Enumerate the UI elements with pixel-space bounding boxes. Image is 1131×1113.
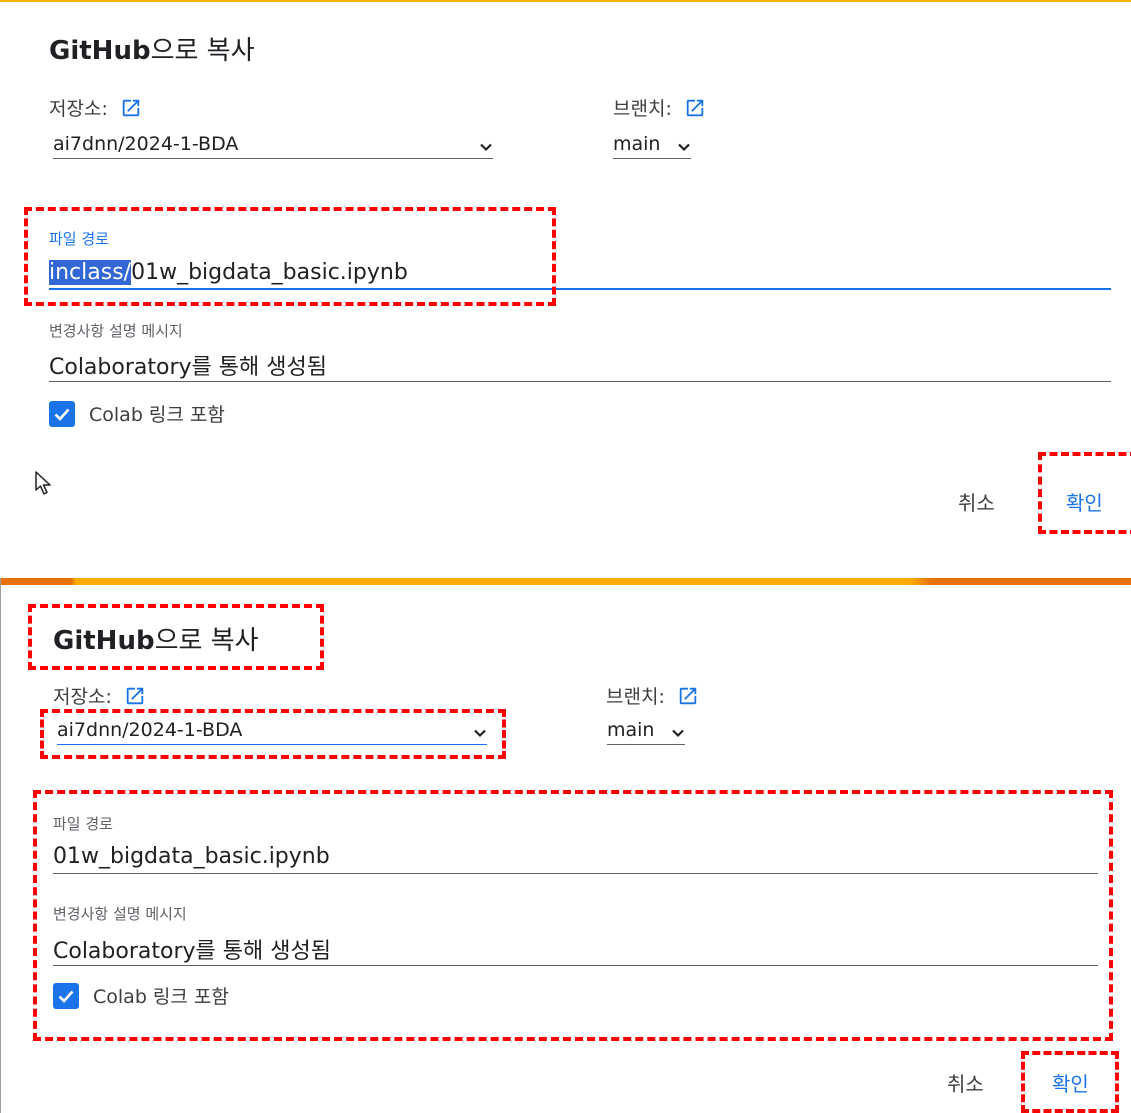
ok-button[interactable]: 확인 (1052, 1068, 1089, 1097)
include-colab-link-checkbox-row[interactable]: Colab 링크 포함 (49, 400, 225, 427)
branch-select[interactable]: main (613, 129, 691, 159)
open-in-new-icon[interactable] (684, 97, 706, 119)
copy-to-github-dialog-after: GitHub으로 복사 저장소: ai7dnn/2024-1-BDA 브랜치: … (0, 578, 1131, 1113)
ok-button[interactable]: 확인 (1066, 487, 1103, 516)
chevron-down-icon (671, 723, 685, 737)
commit-message-input[interactable]: Colaboratory를 통해 생성됨 (53, 932, 1098, 966)
repository-label-text: 저장소: (49, 98, 108, 120)
dialog-title: GitHub으로 복사 (53, 626, 259, 656)
branch-label: 브랜치: (613, 94, 706, 121)
cancel-button[interactable]: 취소 (958, 487, 995, 516)
repository-label: 저장소: (49, 94, 142, 121)
branch-label: 브랜치: (606, 682, 699, 709)
open-in-new-icon[interactable] (120, 97, 142, 119)
chevron-down-icon (473, 723, 487, 737)
top-accent-bar (1, 578, 1131, 585)
repository-label-text: 저장소: (53, 686, 112, 708)
check-icon (54, 408, 70, 421)
include-colab-link-checkbox[interactable] (53, 982, 79, 1009)
branch-select-value: main (607, 718, 655, 741)
repository-label: 저장소: (53, 682, 146, 709)
repository-select[interactable]: ai7dnn/2024-1-BDA (57, 715, 487, 745)
file-path-input[interactable]: 01w_bigdata_basic.ipynb (53, 840, 1098, 874)
separator-gap (0, 540, 1131, 578)
file-path-label: 파일 경로 (53, 815, 113, 833)
cancel-button[interactable]: 취소 (947, 1068, 984, 1097)
check-icon (58, 990, 74, 1003)
branch-select-value: main (613, 132, 661, 155)
dialog-title: GitHub으로 복사 (49, 36, 255, 66)
chevron-down-icon (479, 137, 493, 151)
commit-message-label: 변경사항 설명 메시지 (49, 322, 183, 340)
include-colab-link-label: Colab 링크 포함 (93, 986, 229, 1008)
include-colab-link-label: Colab 링크 포함 (89, 404, 225, 426)
commit-message-text: Colaboratory를 통해 생성됨 (49, 354, 327, 380)
mouse-pointer-icon (34, 470, 56, 498)
commit-message-input[interactable]: Colaboratory를 통해 생성됨 (49, 348, 1111, 382)
include-colab-link-checkbox[interactable] (49, 400, 75, 427)
copy-to-github-dialog-before: GitHub으로 복사 저장소: ai7dnn/2024-1-BDA 브랜치: … (0, 0, 1131, 540)
open-in-new-icon[interactable] (677, 685, 699, 707)
repository-select[interactable]: ai7dnn/2024-1-BDA (53, 129, 493, 159)
path-text: 01w_bigdata_basic.ipynb (53, 844, 330, 869)
include-colab-link-checkbox-row[interactable]: Colab 링크 포함 (53, 982, 229, 1009)
file-path-input[interactable]: inclass/01w_bigdata_basic.ipynb (49, 256, 1111, 290)
selected-text: inclass/ (49, 259, 132, 285)
branch-label-text: 브랜치: (606, 686, 665, 708)
path-text: 01w_bigdata_basic.ipynb (131, 259, 408, 285)
file-path-label: 파일 경로 (49, 230, 109, 248)
commit-message-text: Colaboratory를 통해 생성됨 (53, 938, 331, 964)
repository-select-value: ai7dnn/2024-1-BDA (57, 718, 243, 741)
chevron-down-icon (677, 137, 691, 151)
repository-select-value: ai7dnn/2024-1-BDA (53, 132, 239, 155)
open-in-new-icon[interactable] (124, 685, 146, 707)
branch-label-text: 브랜치: (613, 98, 672, 120)
branch-select[interactable]: main (607, 715, 685, 745)
commit-message-label: 변경사항 설명 메시지 (53, 905, 187, 923)
